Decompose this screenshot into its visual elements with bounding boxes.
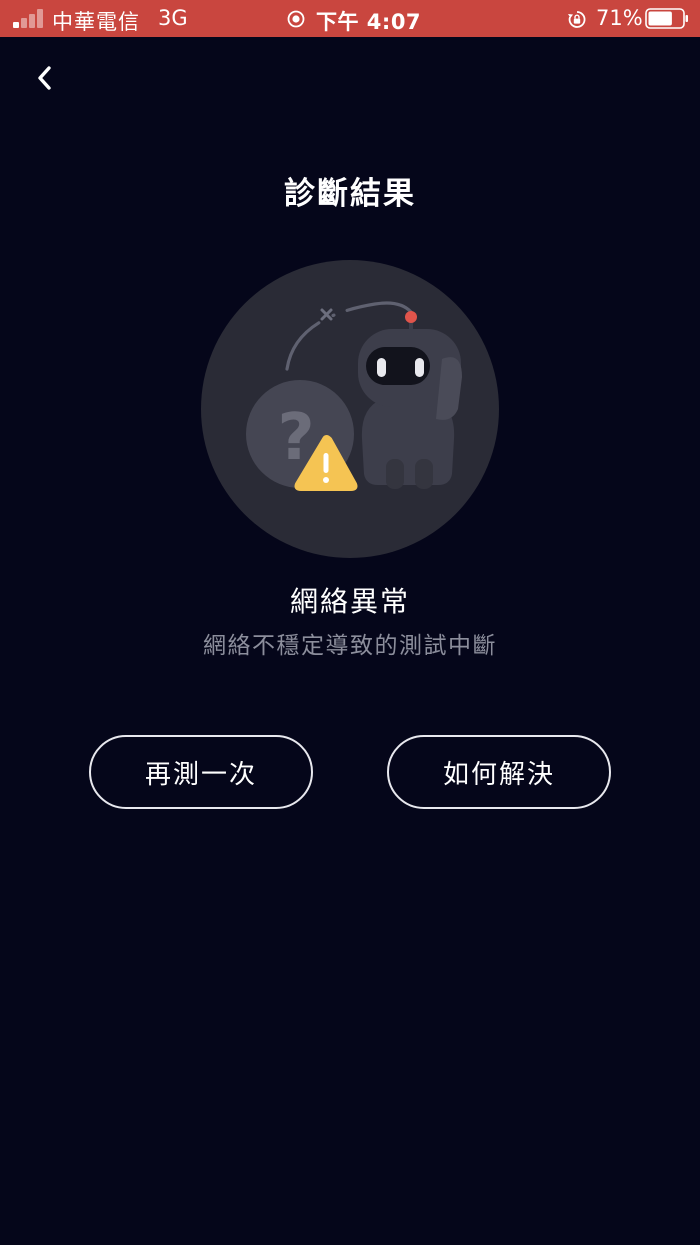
- alarm-icon: [287, 10, 305, 28]
- battery-icon: [645, 8, 688, 29]
- rotation-lock-icon: [568, 11, 586, 28]
- chevron-left-icon: [38, 66, 51, 90]
- how-to-solve-button-label: 如何解決: [442, 759, 555, 790]
- how-to-solve-button[interactable]: 如何解決: [387, 735, 611, 809]
- carrier-name: 中華電信: [52, 10, 140, 34]
- network-error-illustration: ?: [201, 260, 499, 558]
- signal-strength-icon: [13, 9, 47, 28]
- battery-percentage: 71%: [596, 6, 643, 30]
- network-type: 3G: [158, 6, 188, 30]
- retry-button[interactable]: 再測一次: [89, 735, 313, 809]
- back-button[interactable]: [24, 58, 64, 98]
- robot-icon: [358, 311, 462, 489]
- screen: 中華電信 3G 下午 4:07 71% 診斷結果 ? 網絡異常 網絡不穩定導致的…: [0, 0, 700, 1245]
- retry-button-label: 再測一次: [144, 759, 257, 790]
- result-title: 網絡異常: [289, 585, 410, 618]
- status-bar: 中華電信 3G 下午 4:07 71%: [0, 0, 700, 37]
- clock: 下午 4:07: [316, 10, 422, 34]
- result-subtitle: 網絡不穩定導致的測試中斷: [203, 633, 497, 659]
- page-title: 診斷結果: [284, 176, 416, 212]
